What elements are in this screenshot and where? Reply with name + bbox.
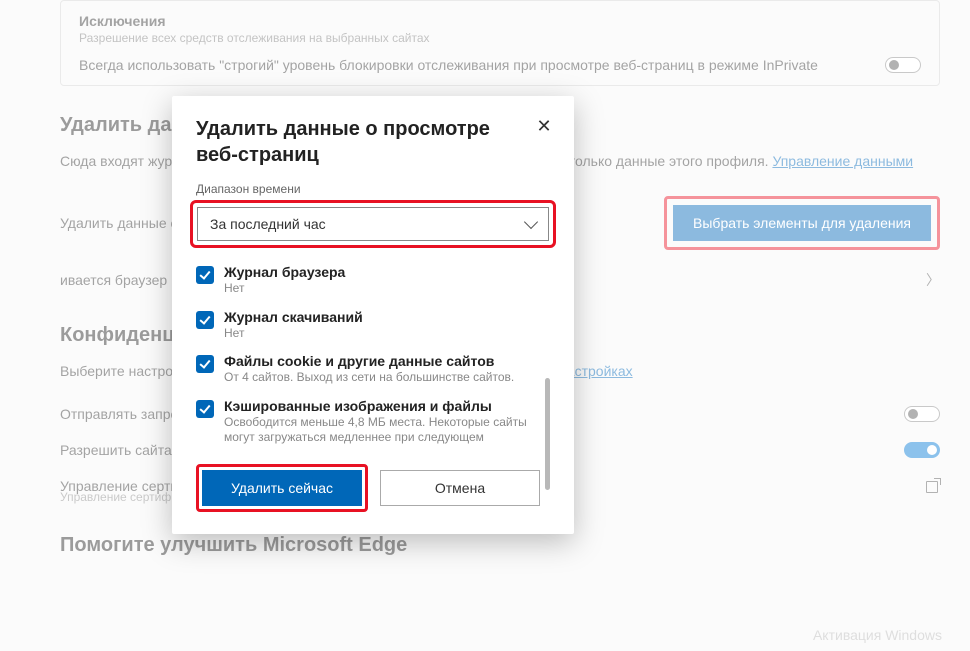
time-range-label: Диапазон времени [172,182,574,196]
dialog-title: Удалить данные о просмотре веб-страниц [196,116,550,168]
clear-now-button[interactable]: Удалить сейчас [202,470,362,506]
checkbox-history[interactable] [196,266,214,284]
checkbox-cookies[interactable] [196,355,214,373]
time-range-highlight: За последний час [190,200,556,248]
cancel-button[interactable]: Отмена [380,470,540,506]
close-icon[interactable]: ✕ [532,114,556,138]
checkbox-downloads[interactable] [196,311,214,329]
list-item[interactable]: Журнал скачиваний Нет [196,303,550,348]
list-item[interactable]: Кэшированные изображения и файлы Освобод… [196,392,550,452]
list-item[interactable]: Файлы cookie и другие данные сайтов От 4… [196,347,550,392]
clear-data-dialog: Удалить данные о просмотре веб-страниц ✕… [172,96,574,534]
time-range-select[interactable]: За последний час [197,207,549,241]
clear-now-highlight: Удалить сейчас [196,464,368,512]
chevron-down-icon [524,215,538,229]
list-item[interactable]: Журнал браузера Нет [196,258,550,303]
time-range-value: За последний час [210,216,326,232]
data-type-list: Журнал браузера Нет Журнал скачиваний Не… [172,254,574,452]
scrollbar-thumb[interactable] [545,378,550,490]
checkbox-cache[interactable] [196,400,214,418]
